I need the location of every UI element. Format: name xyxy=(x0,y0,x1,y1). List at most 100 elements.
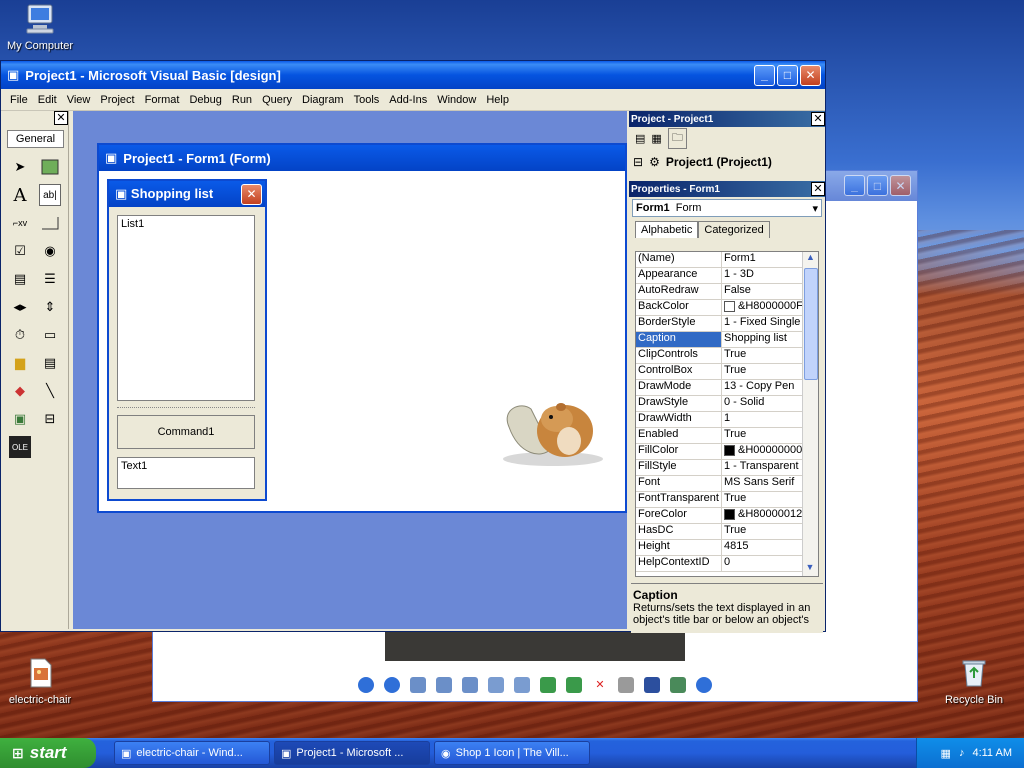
image-tool-icon[interactable]: ▣ xyxy=(9,408,31,430)
close-icon[interactable]: ✕ xyxy=(811,182,825,196)
save-icon[interactable] xyxy=(644,677,660,693)
property-row[interactable]: ClipControls True xyxy=(636,348,818,364)
view-code-icon[interactable]: ▤ xyxy=(635,132,645,145)
pointer-tool-icon[interactable]: ➤ xyxy=(9,156,31,178)
maximize-icon[interactable]: □ xyxy=(777,64,798,86)
edit-icon[interactable] xyxy=(670,677,686,693)
print-icon[interactable] xyxy=(618,677,634,693)
ole-tool-icon[interactable]: OLE xyxy=(9,436,31,458)
menu-window[interactable]: Window xyxy=(432,94,481,106)
clock[interactable]: 4:11 AM xyxy=(972,747,1012,759)
menu-format[interactable]: Format xyxy=(140,94,185,106)
property-row[interactable]: FillStyle 1 - Transparent xyxy=(636,460,818,476)
menu-debug[interactable]: Debug xyxy=(184,94,226,106)
rotate-left-icon[interactable] xyxy=(540,677,556,693)
hscrollbar-tool-icon[interactable]: ◂▸ xyxy=(9,296,31,318)
close-icon[interactable]: ✕ xyxy=(811,112,825,126)
menu-edit[interactable]: Edit xyxy=(33,94,62,106)
data-tool-icon[interactable]: ⊟ xyxy=(39,408,61,430)
shape-tool-icon[interactable]: ◆ xyxy=(9,380,31,402)
actual-size-icon[interactable] xyxy=(436,677,452,693)
label-tool-icon[interactable]: A xyxy=(9,184,31,206)
textbox-tool-icon[interactable]: ab| xyxy=(39,184,61,206)
minimize-icon[interactable]: _ xyxy=(754,64,775,86)
optionbutton-tool-icon[interactable]: ◉ xyxy=(39,240,61,262)
menu-view[interactable]: View xyxy=(62,94,96,106)
menu-tools[interactable]: Tools xyxy=(349,94,385,106)
desktop-icon-recycle-bin[interactable]: Recycle Bin xyxy=(934,656,1014,706)
picturebox-tool-icon[interactable] xyxy=(39,156,61,178)
shopping-list-titlebar[interactable]: ▣ Shopping list ✕ xyxy=(109,181,265,207)
form-designer-window[interactable]: ▣ Project1 - Form1 (Form) ▣ Shopping lis… xyxy=(97,143,627,513)
menu-project[interactable]: Project xyxy=(95,94,139,106)
rotate-right-icon[interactable] xyxy=(566,677,582,693)
maximize-icon[interactable]: □ xyxy=(867,175,888,196)
toolbox-general-tab[interactable]: General xyxy=(7,130,64,148)
scroll-thumb[interactable] xyxy=(804,268,818,380)
form-designer-titlebar[interactable]: ▣ Project1 - Form1 (Form) xyxy=(99,145,625,171)
menu-help[interactable]: Help xyxy=(481,94,514,106)
help-icon[interactable] xyxy=(696,677,712,693)
collapse-icon[interactable]: ⊟ xyxy=(633,155,643,169)
listbox-tool-icon[interactable]: ☰ xyxy=(39,268,61,290)
next-icon[interactable] xyxy=(384,677,400,693)
drivelistbox-tool-icon[interactable]: ▭ xyxy=(39,324,61,346)
slideshow-icon[interactable] xyxy=(462,677,478,693)
toolbox-close-icon[interactable]: ✕ xyxy=(54,111,68,125)
desktop-icon-electric-chair[interactable]: electric-chair xyxy=(0,656,80,706)
object-selector[interactable]: Form1 Form ▾ xyxy=(632,199,822,217)
vb-titlebar[interactable]: ▣ Project1 - Microsoft Visual Basic [des… xyxy=(1,61,825,89)
property-row[interactable]: BorderStyle 1 - Fixed Single xyxy=(636,316,818,332)
volume-icon[interactable]: ♪ xyxy=(959,747,965,759)
property-row[interactable]: DrawMode 13 - Copy Pen xyxy=(636,380,818,396)
property-row[interactable]: FontTransparent True xyxy=(636,492,818,508)
combobox-tool-icon[interactable]: ▤ xyxy=(9,268,31,290)
command1-button[interactable]: Command1 xyxy=(117,415,255,449)
tab-categorized[interactable]: Categorized xyxy=(698,221,770,238)
menu-query[interactable]: Query xyxy=(257,94,297,106)
menu-diagram[interactable]: Diagram xyxy=(297,94,349,106)
shopping-list-form[interactable]: ▣ Shopping list ✕ List1 Command1 Text1 xyxy=(107,179,267,501)
property-row[interactable]: HelpContextID 0 xyxy=(636,556,818,572)
project-tree-item[interactable]: ⊟ ⚙ Project1 (Project1) xyxy=(629,149,825,175)
property-row[interactable]: Appearance 1 - 3D xyxy=(636,268,818,284)
close-icon[interactable]: ✕ xyxy=(890,175,911,196)
textbox-text1[interactable]: Text1 xyxy=(117,457,255,489)
minimize-icon[interactable]: _ xyxy=(844,175,865,196)
taskbar-item-browser[interactable]: ◉ Shop 1 Icon | The Vill... xyxy=(434,741,590,765)
delete-icon[interactable]: ✕ xyxy=(592,677,608,693)
property-row[interactable]: DrawWidth 1 xyxy=(636,412,818,428)
property-row[interactable]: DrawStyle 0 - Solid xyxy=(636,396,818,412)
commandbutton-tool-icon[interactable] xyxy=(39,212,61,234)
network-icon[interactable]: ▦ xyxy=(941,747,951,760)
menu-run[interactable]: Run xyxy=(227,94,257,106)
vscrollbar-tool-icon[interactable]: ⇕ xyxy=(39,296,61,318)
taskbar-item-picture-viewer[interactable]: ▣ electric-chair - Wind... xyxy=(114,741,270,765)
property-row[interactable]: Caption Shopping list xyxy=(636,332,818,348)
menu-addins[interactable]: Add-Ins xyxy=(384,94,432,106)
timer-tool-icon[interactable]: ⏱ xyxy=(9,324,31,346)
property-row[interactable]: BackColor &H8000000F xyxy=(636,300,818,316)
best-fit-icon[interactable] xyxy=(410,677,426,693)
listbox-list1[interactable]: List1 xyxy=(117,215,255,401)
property-row[interactable]: ControlBox True xyxy=(636,364,818,380)
properties-scrollbar[interactable]: ▲ ▼ xyxy=(802,252,818,576)
toggle-folders-icon[interactable]: 🗀 xyxy=(667,127,687,149)
property-row[interactable]: FillColor &H00000000 xyxy=(636,444,818,460)
filelistbox-tool-icon[interactable]: ▤ xyxy=(39,352,61,374)
zoom-in-icon[interactable] xyxy=(488,677,504,693)
property-row[interactable]: Height 4815 xyxy=(636,540,818,556)
property-row[interactable]: Font MS Sans Serif xyxy=(636,476,818,492)
frame-tool-icon[interactable]: ⌐xv xyxy=(9,212,31,234)
previous-icon[interactable] xyxy=(358,677,374,693)
taskbar-item-visual-basic[interactable]: ▣ Project1 - Microsoft ... xyxy=(274,741,430,765)
close-icon[interactable]: ✕ xyxy=(241,183,262,205)
dirlistbox-tool-icon[interactable]: ▆ xyxy=(9,352,31,374)
menu-file[interactable]: File xyxy=(5,94,33,106)
line-tool-icon[interactable]: ╲ xyxy=(39,380,61,402)
scroll-down-icon[interactable]: ▼ xyxy=(803,562,817,576)
start-button[interactable]: ⊞ start xyxy=(0,738,96,768)
property-row[interactable]: ForeColor &H80000012 xyxy=(636,508,818,524)
view-object-icon[interactable]: ▦ xyxy=(651,132,661,145)
desktop-icon-my-computer[interactable]: My Computer xyxy=(0,2,80,52)
